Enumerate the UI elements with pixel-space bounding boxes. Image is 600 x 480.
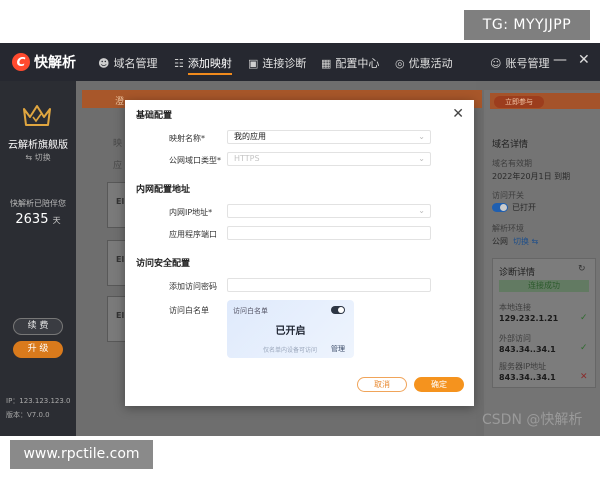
- external-access-label: 外部访问: [499, 334, 531, 343]
- mapping-name-label: 映射名称*: [169, 134, 205, 143]
- network-icon: ☷: [174, 56, 184, 70]
- local-connection-label: 本地连接: [499, 303, 531, 312]
- lan-ip-label: 内网IP地址*: [169, 208, 213, 217]
- background-label: 映: [113, 139, 123, 149]
- tg-watermark: TG: MYYJJPP: [464, 10, 590, 40]
- lan-ip-select[interactable]: ⌄: [227, 204, 431, 218]
- section-basic-config: 基础配置: [136, 111, 173, 121]
- grid-icon: ▦: [321, 56, 332, 70]
- check-icon: ✓: [580, 313, 588, 323]
- diagnose-icon: ▣: [248, 56, 259, 70]
- renew-button[interactable]: 续 费: [13, 318, 63, 335]
- join-now-button[interactable]: 立即参与: [494, 96, 544, 108]
- domain-type-label: 公网域口类型*: [169, 156, 221, 165]
- add-mapping-dialog: ✕ 基础配置 映射名称* 我的应用 ⌄ 公网域口类型* HTTPS ⌄ 内网配置…: [125, 100, 474, 406]
- window-close-button[interactable]: ✕: [578, 52, 590, 68]
- cancel-button[interactable]: 取消: [357, 377, 407, 392]
- crown-icon: [23, 105, 51, 126]
- whitelist-hint: 仅名单内设备可访问: [263, 347, 318, 354]
- nav-add-mapping[interactable]: ☷ 添加映射: [174, 55, 232, 75]
- confirm-button[interactable]: 确定: [414, 377, 464, 392]
- whitelist-card: 访问白名单 已开启 仅名单内设备可访问 管理: [227, 300, 354, 358]
- mapping-name-select[interactable]: 我的应用 ⌄: [227, 130, 431, 144]
- environment-value: 公网: [492, 237, 508, 246]
- whitelist-toggle[interactable]: [331, 306, 345, 314]
- access-password-input[interactable]: [227, 278, 431, 292]
- cross-icon: ✕: [580, 372, 588, 382]
- chevron-down-icon: ⌄: [418, 206, 425, 215]
- nav-config-center[interactable]: ▦ 配置中心: [321, 55, 379, 71]
- edition-switch-link[interactable]: ⇆ 切换: [0, 152, 76, 163]
- server-ip-value: 843.34..34.1: [499, 373, 556, 382]
- domain-detail-title: 域名详情: [492, 140, 529, 150]
- app-port-label: 应用程序端口: [169, 230, 217, 239]
- dialog-close-button[interactable]: ✕: [452, 106, 464, 122]
- app-logo: C 快解析: [12, 52, 76, 72]
- section-lan-config: 内网配置地址: [136, 185, 191, 195]
- diagnosis-title: 诊断详情: [499, 268, 536, 278]
- access-switch-label: 访问开关: [492, 191, 524, 200]
- logo-icon: C: [12, 53, 30, 71]
- days-unit: 天: [52, 216, 61, 225]
- whitelist-manage-link[interactable]: 管理: [331, 344, 345, 354]
- nav-account-management[interactable]: ☺ 账号管理: [490, 55, 549, 71]
- local-connection-value: 129.232.1.21: [499, 314, 559, 323]
- edition-label: 云解析旗舰版: [8, 140, 68, 151]
- companion-days: 2635 天: [0, 212, 76, 227]
- logo-text: 快解析: [34, 55, 76, 71]
- access-password-label: 添加访问密码: [169, 282, 217, 291]
- minimize-button[interactable]: —: [553, 52, 567, 68]
- validity-value: 2022年20月1日 到期: [492, 172, 571, 181]
- domain-type-select[interactable]: HTTPS ⌄: [227, 152, 431, 166]
- environment-switch-link[interactable]: 切换 ⇆: [513, 236, 538, 247]
- days-value: 2635: [15, 212, 49, 227]
- whitelist-card-title: 访问白名单: [233, 307, 268, 315]
- background-label: 应: [113, 161, 123, 171]
- environment-label: 解析环境: [492, 224, 524, 233]
- client-ip: IP：123.123.123.0: [6, 397, 71, 405]
- target-icon: ◎: [395, 56, 405, 70]
- access-switch-value: 已打开: [512, 203, 536, 212]
- account-icon: ☺: [490, 56, 502, 70]
- check-icon: ✓: [580, 343, 588, 353]
- refresh-icon[interactable]: ↻: [578, 264, 586, 274]
- top-navigation-bar: C 快解析 ☻ 域名管理 ☷ 添加映射 ▣ 连接诊断 ▦ 配置中心 ◎ 优惠活动: [0, 43, 600, 81]
- section-access-security: 访问安全配置: [136, 259, 191, 269]
- left-sidebar: 云解析旗舰版 ⇆ 切换 快解析已陪伴您 2635 天 续 费 升 级: [0, 81, 76, 436]
- nav-promotions[interactable]: ◎ 优惠活动: [395, 55, 453, 71]
- promo-banner-text: 澄: [115, 97, 125, 107]
- client-version: 版本：V7.0.0: [6, 411, 50, 419]
- nav-domain-management[interactable]: ☻ 域名管理: [98, 55, 157, 71]
- site-watermark: www.rpctile.com: [10, 440, 153, 469]
- nav-connection-diagnosis[interactable]: ▣ 连接诊断: [248, 55, 306, 71]
- companion-days-label: 快解析已陪伴您: [10, 199, 66, 208]
- screenshot-stage: TG: MYYJJPP C 快解析 ☻ 域名管理 ☷ 添加映射 ▣ 连接诊断 ▦…: [0, 0, 600, 480]
- external-access-value: 843.34..34.1: [499, 345, 556, 354]
- chevron-down-icon: ⌄: [418, 132, 425, 141]
- access-toggle[interactable]: [492, 203, 508, 212]
- server-ip-label: 服务器IP地址: [499, 362, 547, 371]
- csdn-watermark: CSDN @快解析: [482, 412, 583, 428]
- whitelist-state: 已开启: [275, 326, 306, 337]
- upgrade-button[interactable]: 升 级: [13, 341, 63, 358]
- whitelist-label: 访问白名单: [169, 306, 209, 315]
- app-port-input[interactable]: [227, 226, 431, 240]
- diagnosis-status: 连接成功: [499, 280, 589, 292]
- chevron-down-icon: ⌄: [418, 154, 425, 163]
- validity-label: 域名有效期: [492, 159, 532, 168]
- user-icon: ☻: [98, 56, 110, 70]
